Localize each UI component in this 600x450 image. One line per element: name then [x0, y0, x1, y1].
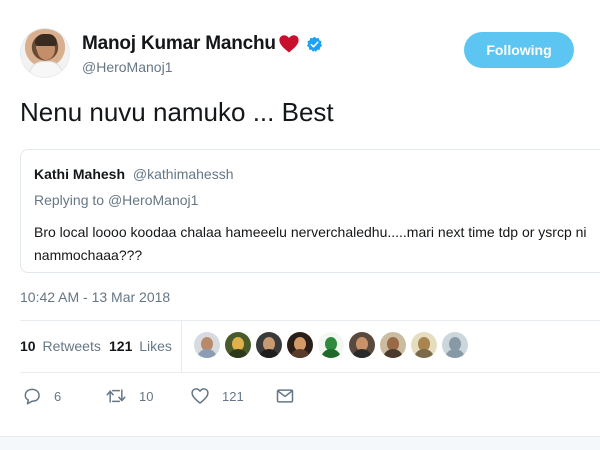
- like-count: 121: [222, 388, 244, 404]
- quoted-tweet[interactable]: Kathi Mahesh @kathimahessh Replying to @…: [20, 149, 600, 273]
- direct-message-icon: [276, 389, 294, 403]
- quoted-author-row: Kathi Mahesh @kathimahessh: [34, 166, 234, 182]
- liker-avatar[interactable]: [318, 332, 344, 358]
- liker-avatar[interactable]: [287, 332, 313, 358]
- like-icon: [191, 388, 209, 404]
- liker-avatar[interactable]: [225, 332, 251, 358]
- liker-avatar[interactable]: [349, 332, 375, 358]
- tweet-actions: 6 10 121: [20, 384, 600, 410]
- heart-icon: [278, 33, 300, 55]
- tweet-timestamp[interactable]: 10:42 AM - 13 Mar 2018: [20, 289, 170, 305]
- tweet-header: Manoj Kumar Manchu @HeroManoj1 Following: [20, 28, 580, 80]
- retweet-action[interactable]: 10: [105, 384, 153, 408]
- like-action[interactable]: 121: [190, 384, 244, 408]
- replying-to-line: Replying to @HeroManoj1: [34, 192, 198, 208]
- tweet-stats: 10 Retweets 121 Likes: [20, 320, 600, 372]
- likes-stat[interactable]: 121 Likes: [109, 338, 172, 354]
- following-button[interactable]: Following: [464, 32, 574, 68]
- retweets-stat[interactable]: 10 Retweets: [20, 338, 101, 354]
- reply-count: 6: [54, 388, 62, 404]
- retweet-icon: [106, 389, 126, 403]
- liker-avatar[interactable]: [442, 332, 468, 358]
- author-avatar[interactable]: [20, 28, 70, 78]
- liker-avatar[interactable]: [256, 332, 282, 358]
- author-handle[interactable]: @HeroManoj1: [82, 59, 172, 75]
- author-name-row: Manoj Kumar Manchu: [82, 32, 323, 56]
- direct-message-action[interactable]: [275, 384, 295, 408]
- liker-avatar[interactable]: [380, 332, 406, 358]
- replying-to-prefix: Replying to: [34, 192, 105, 208]
- divider-bottom: [20, 372, 600, 373]
- reply-action[interactable]: 6: [22, 384, 61, 408]
- quoted-author-handle: @kathimahessh: [132, 166, 234, 182]
- likes-label: Likes: [139, 338, 172, 354]
- stats-separator: [181, 320, 182, 372]
- tweet-text: Nenu nuvu namuko ... Best: [20, 97, 334, 127]
- quoted-author-name: Kathi Mahesh: [34, 166, 126, 182]
- liker-avatar[interactable]: [411, 332, 437, 358]
- liker-avatar[interactable]: [194, 332, 220, 358]
- likes-count: 121: [109, 338, 133, 354]
- bottom-bar: [0, 436, 600, 450]
- author-display-name[interactable]: Manoj Kumar Manchu: [82, 33, 276, 55]
- reply-icon: [24, 388, 40, 405]
- verified-badge-icon: [306, 36, 323, 53]
- retweet-count: 10: [139, 388, 154, 404]
- retweets-count: 10: [20, 338, 36, 354]
- retweets-label: Retweets: [42, 338, 101, 354]
- liker-avatars: [194, 332, 473, 358]
- replying-to-mention[interactable]: @HeroManoj1: [108, 192, 198, 208]
- quoted-tweet-text: Bro local loooo koodaa chalaa hameeelu n…: [34, 224, 587, 263]
